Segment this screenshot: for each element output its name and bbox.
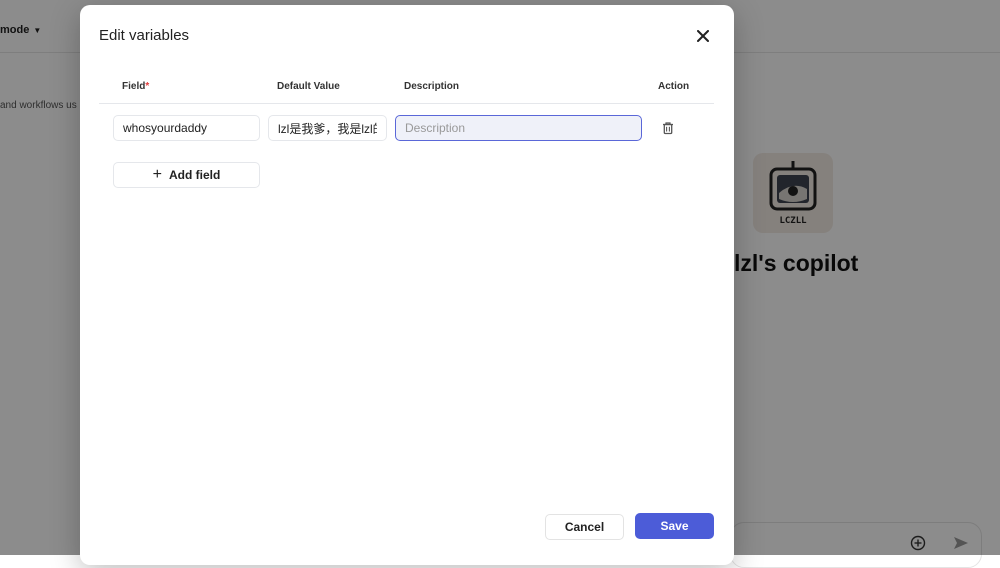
- trash-icon[interactable]: [661, 121, 675, 135]
- column-header-description: Description: [404, 81, 460, 92]
- add-field-label: Add field: [169, 168, 221, 182]
- save-button[interactable]: Save: [635, 513, 714, 539]
- cancel-button[interactable]: Cancel: [545, 514, 624, 540]
- column-header-field: Field*: [122, 81, 149, 92]
- required-mark: *: [145, 81, 150, 92]
- description-input[interactable]: [395, 115, 642, 141]
- plus-icon: +: [152, 166, 162, 183]
- field-header-label: Field: [122, 81, 146, 92]
- field-name-input[interactable]: [113, 115, 260, 141]
- close-button[interactable]: [692, 25, 714, 47]
- add-field-button[interactable]: + Add field: [113, 162, 260, 188]
- column-header-action: Action: [658, 81, 690, 92]
- dialog-title: Edit variables: [99, 27, 190, 44]
- edit-variables-dialog: Edit variables Field* Default Value Desc…: [80, 5, 734, 565]
- default-value-input[interactable]: [268, 115, 387, 141]
- column-header-default-value: Default Value: [277, 81, 340, 92]
- close-icon: [697, 30, 709, 42]
- variables-table-header: Field* Default Value Description Action: [99, 75, 714, 104]
